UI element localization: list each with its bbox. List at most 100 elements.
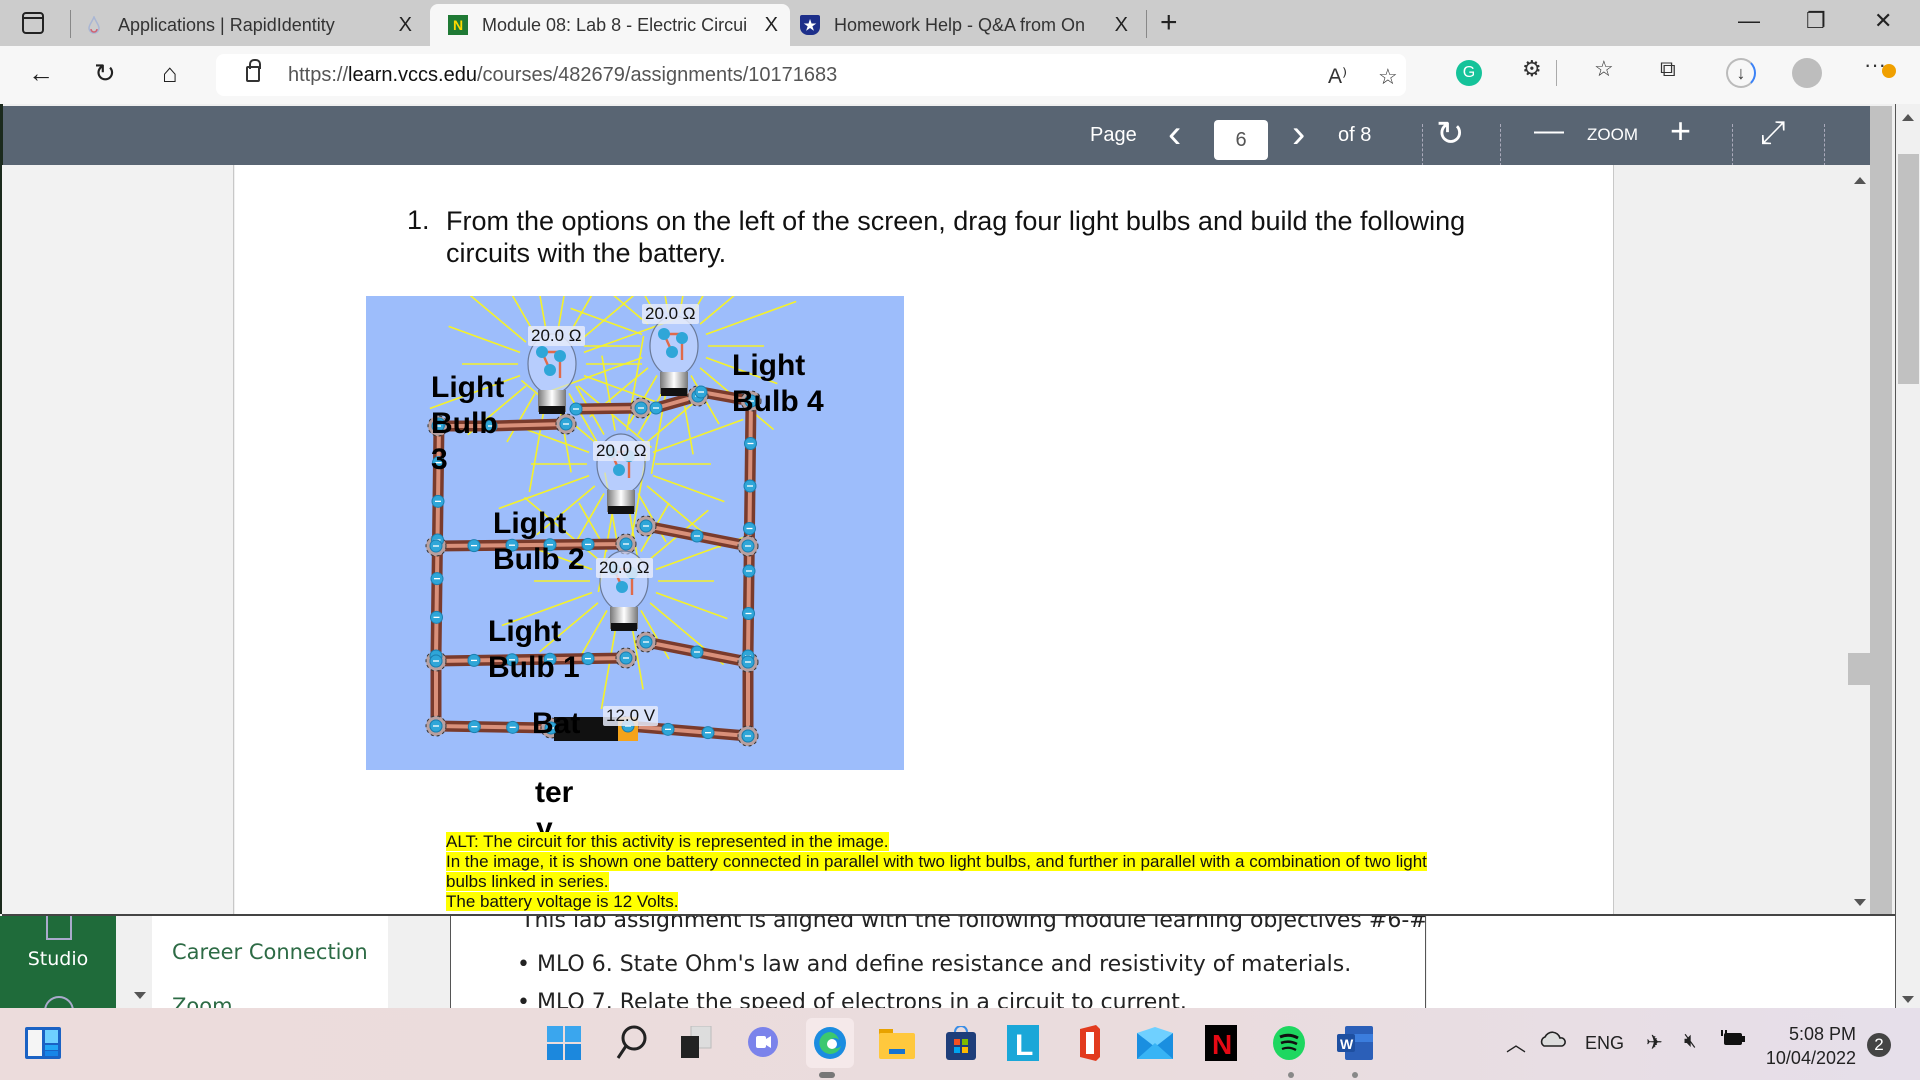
scroll-down-arrow[interactable] xyxy=(1854,899,1866,906)
url-host: learn.vccs.edu xyxy=(348,64,477,86)
canvas-course-nav-gap xyxy=(116,916,152,1008)
url-text[interactable]: https://learn.vccs.edu/courses/482679/as… xyxy=(288,64,837,87)
active-app-indicator xyxy=(819,1072,835,1078)
tab-close-button[interactable]: X xyxy=(399,14,412,37)
more-icon[interactable]: ··· xyxy=(1864,52,1896,78)
search-icon[interactable] xyxy=(612,1024,650,1062)
scroll-down-arrow[interactable] xyxy=(1902,996,1914,1003)
next-page-button[interactable]: › xyxy=(1292,112,1305,157)
mail-icon[interactable] xyxy=(1136,1024,1174,1062)
grammarly-icon[interactable]: G xyxy=(1456,60,1482,86)
page-number-input[interactable]: 6 xyxy=(1214,120,1268,160)
tab-rapididentity[interactable]: Applications | RapidIdentity X xyxy=(84,4,424,46)
scroll-down-arrow[interactable] xyxy=(134,992,146,999)
svg-text:L: L xyxy=(1015,1029,1033,1061)
scroll-up-arrow[interactable] xyxy=(1854,177,1866,184)
rotate-icon[interactable]: ↻ xyxy=(1436,114,1465,154)
restore-button[interactable]: ❐ xyxy=(1806,8,1826,34)
pdf-page: 1. From the options on the left of the s… xyxy=(235,165,1613,915)
electron xyxy=(536,346,548,358)
minimize-button[interactable]: — xyxy=(1738,8,1760,34)
electron xyxy=(666,346,678,358)
pdf-left-panel xyxy=(2,165,234,915)
file-explorer-icon[interactable] xyxy=(878,1024,916,1062)
question-text: From the options on the left of the scre… xyxy=(446,206,1466,268)
favorites-icon[interactable]: ☆ xyxy=(1594,56,1614,82)
tab-homework-help[interactable]: ★ Homework Help - Q&A from On X xyxy=(800,4,1140,46)
light-ray xyxy=(655,591,728,620)
tab-actions-icon[interactable] xyxy=(22,12,44,34)
add-favorite-icon[interactable]: ☆ xyxy=(1378,64,1398,90)
fullscreen-icon[interactable]: ⤢ xyxy=(1760,114,1786,152)
extensions-icon[interactable]: ⚙ xyxy=(1522,56,1542,82)
start-icon[interactable] xyxy=(545,1024,583,1062)
home-button[interactable]: ⌂ xyxy=(162,58,178,89)
downloads-icon[interactable]: ↓ xyxy=(1726,58,1756,88)
tab-close-button[interactable]: X xyxy=(765,14,778,37)
studio-icon xyxy=(46,916,72,940)
new-tab-button[interactable]: + xyxy=(1160,6,1178,40)
zoom-label: ZOOM xyxy=(1587,125,1638,144)
zoom-in-button[interactable]: + xyxy=(1670,110,1691,152)
volume-muted-icon[interactable]: 🔇︎ xyxy=(1684,1030,1697,1053)
zoom-out-button[interactable]: — xyxy=(1534,114,1564,148)
profile-icon[interactable] xyxy=(1792,58,1822,88)
bulb-2-resistance: 20.0 Ω xyxy=(593,441,650,461)
word-icon[interactable]: W xyxy=(1336,1024,1374,1062)
spotify-icon[interactable] xyxy=(1270,1024,1308,1062)
electron xyxy=(613,464,625,476)
bulb-1-resistance: 20.0 Ω xyxy=(596,558,653,578)
system-clock[interactable]: 5:08 PM 10/04/2022 xyxy=(1720,1022,1856,1070)
label-line: Bulb 1 xyxy=(488,651,580,684)
pdf-scrollbar[interactable] xyxy=(1870,106,1892,916)
lexia-icon[interactable]: L xyxy=(1004,1024,1042,1062)
close-window-button[interactable]: ✕ xyxy=(1874,8,1892,34)
clock-time: 5:08 PM xyxy=(1788,1024,1856,1044)
edge-icon[interactable] xyxy=(806,1018,854,1068)
divider xyxy=(1732,124,1733,166)
back-button[interactable]: ← xyxy=(28,58,54,89)
svg-text:W: W xyxy=(1340,1036,1354,1052)
onedrive-icon[interactable] xyxy=(1540,1030,1566,1054)
airplane-mode-icon[interactable]: ✈ xyxy=(1646,1030,1663,1055)
label-line: 3 xyxy=(431,443,448,476)
previous-page-button[interactable]: ‹ xyxy=(1168,112,1181,157)
running-app-indicator xyxy=(1352,1072,1358,1078)
read-aloud-icon[interactable]: A⁾ xyxy=(1328,64,1347,89)
scrollbar-thumb[interactable] xyxy=(1898,154,1919,384)
electron xyxy=(658,328,670,340)
show-hidden-icons-chevron[interactable]: ︿ xyxy=(1506,1028,1526,1057)
tab-title: Applications | RapidIdentity xyxy=(118,14,335,35)
language-indicator[interactable]: ENG xyxy=(1585,1033,1624,1054)
scroll-up-arrow[interactable] xyxy=(1902,114,1914,121)
refresh-button[interactable]: ↻ xyxy=(94,58,116,89)
light-ray xyxy=(705,300,797,336)
assignment-body: This lab assignment is aligned with the … xyxy=(450,916,1426,1008)
office-icon[interactable] xyxy=(1070,1024,1108,1062)
collections-icon[interactable]: ⧉ xyxy=(1660,56,1676,82)
menu-item-career-connection[interactable]: Career Connection xyxy=(172,940,368,964)
circuit-simulation-image: 20.0 Ω 20.0 Ω 20.0 Ω 20.0 Ω 12.0 V Light… xyxy=(366,296,904,770)
electron xyxy=(554,350,566,362)
netflix-icon[interactable]: N xyxy=(1202,1024,1240,1062)
task-view-icon[interactable] xyxy=(678,1024,716,1062)
light-ray xyxy=(578,610,608,660)
tab-title: Homework Help - Q&A from On xyxy=(834,14,1086,35)
label-line: Bulb 4 xyxy=(732,385,824,418)
lock-icon[interactable] xyxy=(246,59,261,82)
teams-chat-icon[interactable] xyxy=(744,1024,782,1062)
notification-badge[interactable]: 2 xyxy=(1867,1033,1891,1057)
page-scrollbar[interactable] xyxy=(1895,104,1920,1010)
nav-studio[interactable]: Studio xyxy=(0,948,116,970)
tab-module-08-lab-8[interactable]: N Module 08: Lab 8 - Electric Circui X xyxy=(430,4,790,46)
microsoft-store-icon[interactable] xyxy=(942,1024,980,1062)
bulb-1-label: Light Bulb 1 xyxy=(488,614,580,686)
scrollbar-thumb[interactable] xyxy=(1848,653,1870,685)
label-line: Light xyxy=(488,615,562,648)
light-ray xyxy=(652,418,744,454)
address-bar[interactable]: https://learn.vccs.edu/courses/482679/as… xyxy=(216,54,1406,96)
light-ray xyxy=(448,325,521,354)
widgets-icon[interactable] xyxy=(24,1024,62,1062)
tab-close-button[interactable]: X xyxy=(1115,14,1128,37)
tab-strip: Applications | RapidIdentity X N Module … xyxy=(0,0,1920,46)
